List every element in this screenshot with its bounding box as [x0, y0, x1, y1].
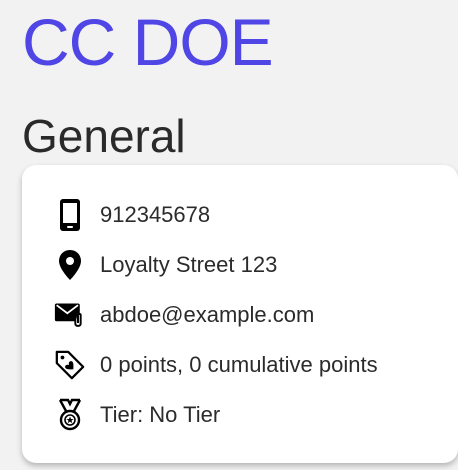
section-title-general: General: [22, 110, 186, 162]
tier-text: Tier: No Tier: [100, 402, 221, 427]
address-text: Loyalty Street 123: [100, 252, 278, 277]
customer-name-title: CC DOE: [22, 5, 274, 79]
address-row: Loyalty Street 123: [54, 245, 277, 285]
phone-row: 912345678: [54, 195, 210, 235]
medal-icon: [54, 395, 86, 435]
tier-row: Tier: No Tier: [54, 395, 220, 435]
phone-icon: [54, 195, 86, 235]
location-pin-icon: [54, 245, 86, 285]
general-info-card: 912345678 Loyalty Street 123 abdoe@examp…: [22, 165, 458, 463]
tag-heart-icon: [54, 345, 86, 385]
email-row: abdoe@example.com: [54, 295, 314, 335]
email-address: abdoe@example.com: [100, 302, 315, 327]
phone-number: 912345678: [100, 202, 211, 227]
points-summary: 0 points, 0 cumulative points: [100, 352, 378, 377]
mail-attachment-icon: [54, 295, 86, 335]
points-row: 0 points, 0 cumulative points: [54, 345, 378, 385]
